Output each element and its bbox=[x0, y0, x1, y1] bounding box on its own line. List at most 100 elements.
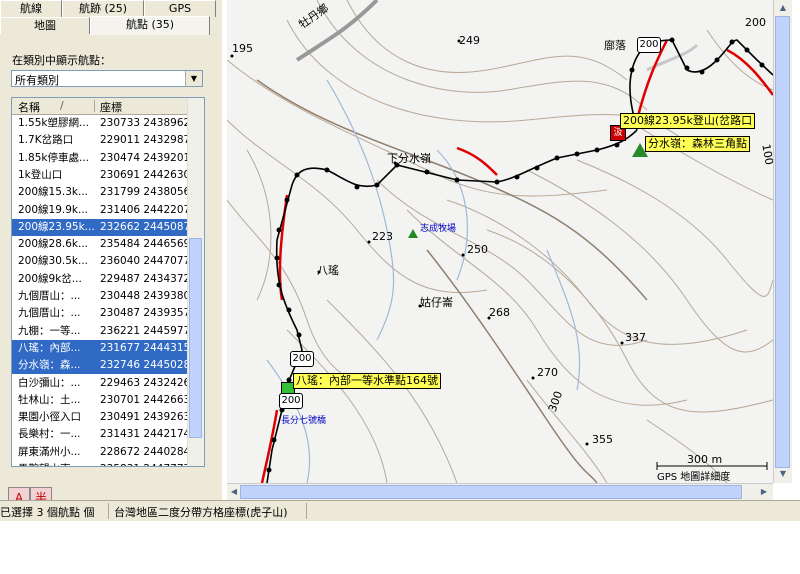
farm-icon bbox=[408, 229, 418, 238]
category-select-value: 所有類別 bbox=[15, 74, 59, 87]
category-filter-label: 在類別中顯示航點： bbox=[12, 54, 111, 67]
waypoint-name: 200線19.9k... bbox=[18, 203, 89, 216]
waypoint-coordinate: 232662 2445087 bbox=[100, 220, 188, 233]
scale-value: 300 m bbox=[687, 453, 723, 466]
waypoint-name: 200線30.5k... bbox=[18, 255, 89, 268]
tab-tracks[interactable]: 航跡 (25) bbox=[62, 0, 144, 17]
label-farm: 志成牧場 bbox=[420, 224, 457, 234]
track-points bbox=[266, 37, 765, 473]
gps-track bbox=[266, 39, 773, 483]
road-shield-200-lower: 200 bbox=[290, 351, 314, 367]
status-divider-2 bbox=[306, 503, 307, 519]
waypoint-coordinate: 228672 2440284 bbox=[100, 445, 188, 458]
label-side-100: 100 bbox=[759, 143, 773, 166]
waypoint-coordinate: 235831 2447777 bbox=[100, 461, 188, 466]
waypoint-name: 1k登山口 bbox=[18, 168, 63, 181]
list-item[interactable]: 1.85k停車處... 230474 2439201 bbox=[12, 150, 188, 167]
waypoint-coordinate: 229011 2432987 bbox=[100, 134, 188, 147]
scroll-left-icon[interactable]: ◀ bbox=[227, 484, 241, 499]
label-elev-200: 200 bbox=[745, 16, 766, 29]
tab-waypoints[interactable]: 航點 (35) bbox=[90, 16, 210, 35]
label-elev-268: 268 bbox=[489, 306, 510, 319]
chevron-down-icon[interactable]: ▼ bbox=[185, 71, 202, 86]
waypoint-name: 八瑤：內部... bbox=[18, 341, 81, 354]
column-divider[interactable] bbox=[94, 100, 95, 112]
waypoint-coordinate: 236221 2445977 bbox=[100, 324, 188, 337]
list-item[interactable]: 八瑤：內部... 231677 2444315 bbox=[12, 339, 188, 357]
waypoint-name: 200線28.6k... bbox=[18, 238, 89, 251]
list-item[interactable]: 分水嶺：森... 232746 2445028 bbox=[12, 357, 188, 375]
waypoint-callout-shuiling[interactable]: 分水嶺：森林三角點 bbox=[645, 136, 750, 152]
tab-routes[interactable]: 航線 bbox=[0, 0, 62, 17]
list-item[interactable]: 屏東滿州小... 228672 2440284 bbox=[12, 444, 188, 461]
waypoint-name: 200線9k岔... bbox=[18, 272, 82, 285]
waypoint-name: 九個厝山：... bbox=[18, 290, 81, 302]
label-elev-355: 355 bbox=[592, 433, 613, 446]
waypoint-callout-bayao[interactable]: 八瑤：內部一等水準點164號 bbox=[293, 373, 441, 389]
map-horizontal-thumb[interactable] bbox=[240, 485, 742, 499]
waypoint-coordinate: 230691 2442630 bbox=[100, 168, 188, 181]
list-item[interactable]: 九棚：一等... 236221 2445977 bbox=[12, 323, 188, 340]
list-item[interactable]: 馬鞍望山東... 235831 2447777 bbox=[12, 461, 188, 466]
list-item[interactable]: 1.55k塑膠網... 230733 2438962 bbox=[12, 115, 188, 132]
waypoint-name: 1.55k塑膠網... bbox=[18, 117, 89, 129]
waypoint-panel: 航線 航跡 (25) GPS 地圖 航點 (35) 在類別中顯示航點： 所有類別… bbox=[0, 0, 222, 509]
list-item[interactable]: 200線9k岔... 229487 2434372 bbox=[12, 271, 188, 288]
label-elev-270: 270 bbox=[537, 366, 558, 379]
list-scrollbar[interactable] bbox=[187, 98, 204, 466]
waypoint-coordinate: 230487 2439357 bbox=[100, 307, 188, 320]
label-elev-195: 195 bbox=[232, 42, 253, 55]
list-item[interactable]: 200線19.9k... 231406 2442207 bbox=[12, 202, 188, 219]
list-item[interactable]: 200線30.5k... 236040 2447077 bbox=[12, 253, 188, 270]
contour-lines bbox=[227, 0, 773, 483]
scroll-right-icon[interactable]: ▶ bbox=[757, 484, 771, 499]
map-vertical-thumb[interactable] bbox=[775, 16, 790, 468]
status-selection-text: 已選擇 3 個航點 個 bbox=[0, 506, 95, 519]
waypoint-name: 200線15.3k... bbox=[18, 186, 89, 199]
waypoint-coordinate: 230491 2439263 bbox=[100, 411, 188, 424]
tab-map[interactable]: 地圖 bbox=[0, 17, 90, 34]
map-canvas bbox=[227, 0, 773, 483]
list-item[interactable]: 200線23.95k... 232662 2445087 bbox=[12, 218, 188, 236]
waypoint-name: 長樂村：一... bbox=[18, 428, 81, 441]
category-select[interactable]: 所有類別 ▼ bbox=[11, 70, 203, 87]
waypoint-coordinate: 231799 2438056 bbox=[100, 186, 188, 199]
waypoint-list[interactable]: 名稱 / 座標 1.55k塑膠網... 230733 2438962 1.7K岔路口… bbox=[11, 97, 205, 467]
list-item[interactable]: 牡林山：土... 230701 2442663 bbox=[12, 392, 188, 409]
scale-caption: GPS 地圖詳細度 bbox=[657, 472, 731, 483]
waypoint-name: 屏東滿州小... bbox=[18, 445, 81, 458]
waypoint-name: 牡林山：土... bbox=[18, 393, 81, 406]
waypoint-name: 九個厝山：... bbox=[18, 307, 81, 320]
list-item[interactable]: 九個厝山：... 230448 2439380 bbox=[12, 288, 188, 305]
list-item[interactable]: 九個厝山：... 230487 2439357 bbox=[12, 305, 188, 322]
waypoint-coordinate: 230733 2438962 bbox=[100, 117, 188, 129]
list-item[interactable]: 200線15.3k... 231799 2438056 bbox=[12, 184, 188, 201]
label-bridge: 長分七號橋 bbox=[281, 416, 327, 426]
label-place-guzai: 姑仔崙 bbox=[420, 296, 453, 309]
waypoint-name: 果園小徑入口 bbox=[18, 411, 81, 424]
list-item[interactable]: 200線28.6k... 235484 2446569 bbox=[12, 236, 188, 253]
waypoint-name: 1.7K岔路口 bbox=[18, 134, 74, 147]
waypoint-coordinate: 236040 2447077 bbox=[100, 255, 188, 268]
label-elev-223: 223 bbox=[372, 230, 393, 243]
waypoint-name: 分水嶺：森... bbox=[18, 359, 81, 372]
list-item[interactable]: 果園小徑入口 230491 2439263 bbox=[12, 409, 188, 426]
waypoint-coordinate: 232746 2445028 bbox=[100, 359, 188, 372]
waypoint-coordinate: 231431 2442174 bbox=[100, 428, 188, 441]
topo-map[interactable]: 汲 200 200 200 牡丹鄉 195 249 廍落 200 下分水嶺 志成… bbox=[227, 0, 773, 483]
road-shield-200-bottom: 200 bbox=[279, 393, 303, 409]
waypoint-name: 馬鞍望山東... bbox=[18, 461, 94, 466]
scroll-up-icon[interactable]: ▲ bbox=[776, 0, 790, 15]
column-header-name[interactable]: 名稱 bbox=[18, 99, 40, 115]
scroll-down-icon[interactable]: ▼ bbox=[776, 466, 790, 481]
list-item[interactable]: 長樂村：一... 231431 2442174 bbox=[12, 426, 188, 443]
status-divider bbox=[108, 503, 109, 519]
waypoint-coordinate: 230474 2439201 bbox=[100, 151, 188, 164]
column-header-coordinate[interactable]: 座標 bbox=[100, 99, 122, 115]
waypoint-callout-trailhead[interactable]: 200線23.95k登山(岔路口 bbox=[620, 113, 756, 129]
list-scroll-thumb[interactable] bbox=[189, 238, 202, 438]
list-item[interactable]: 1k登山口 230691 2442630 bbox=[12, 167, 188, 184]
list-item[interactable]: 1.7K岔路口 229011 2432987 bbox=[12, 132, 188, 149]
list-item[interactable]: 白沙彌山：... 229463 2432426 bbox=[12, 375, 188, 392]
tab-gps[interactable]: GPS bbox=[144, 0, 216, 17]
